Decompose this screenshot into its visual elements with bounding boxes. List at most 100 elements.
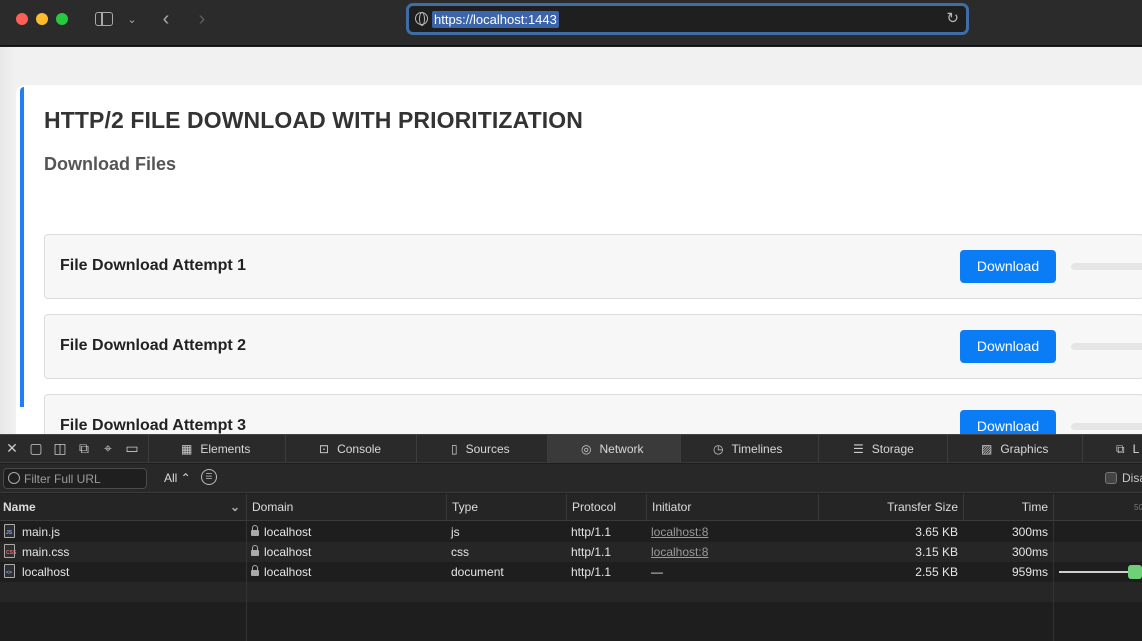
document-file-icon: <> <box>4 564 15 578</box>
table-row-empty <box>0 582 1142 602</box>
table-row[interactable]: CSS main.css localhost css http/1.1 local… <box>0 542 1142 562</box>
devtools-tab-bar: ✕ ▢ ◫ ⧉ ⌖ ▭ ▦ Elements ⊡ Console ▯ Sources … <box>0 435 1142 463</box>
column-header-domain[interactable]: Domain <box>246 494 446 521</box>
chevron-down-icon[interactable]: ⌄ <box>124 8 140 30</box>
tab-network[interactable]: ◎ Network <box>547 435 680 463</box>
inspect-crosshair-icon[interactable]: ⌖ <box>100 440 116 456</box>
sidebar-icon <box>95 12 113 26</box>
filter-options-icon[interactable]: ☰ <box>201 469 217 485</box>
cell-protocol: http/1.1 <box>571 545 612 559</box>
column-divider <box>1053 521 1054 641</box>
sort-chevron-icon: ⌄ <box>229 500 240 514</box>
column-header-transfer-size[interactable]: Transfer Size <box>818 494 963 521</box>
initiator-link[interactable]: localhost:8 <box>646 522 818 542</box>
dock-side-icon[interactable]: ◫ <box>52 440 68 456</box>
tab-storage[interactable]: ☰ Storage <box>818 435 947 463</box>
lock-icon <box>251 545 259 556</box>
forward-button[interactable]: › <box>192 8 212 30</box>
tab-label: Network <box>599 442 644 456</box>
download-label: File Download Attempt 2 <box>60 337 247 354</box>
sources-icon: ▯ <box>451 442 458 456</box>
checkbox-box[interactable] <box>1105 472 1117 484</box>
resource-name: main.css <box>22 545 70 559</box>
undock-icon[interactable]: ⧉ <box>76 440 92 456</box>
tab-label: Elements <box>200 442 251 456</box>
file-tag: CSS <box>6 550 17 556</box>
lock-icon <box>251 565 259 576</box>
filter-icon <box>8 472 20 484</box>
table-row-empty <box>0 602 1142 622</box>
domain-text: localhost <box>264 525 312 539</box>
tab-label: Sources <box>465 442 510 456</box>
download-button[interactable]: Download <box>960 330 1056 363</box>
address-bar[interactable]: https://localhost:1443 ↻ <box>406 3 969 35</box>
devtools-panel: ✕ ▢ ◫ ⧉ ⌖ ▭ ▦ Elements ⊡ Console ▯ Sources … <box>0 434 1142 641</box>
cell-name: <> localhost <box>0 562 246 582</box>
cell-time: 959ms <box>1011 565 1048 579</box>
table-row[interactable]: JS main.js localhost js http/1.1 localhos… <box>0 522 1142 542</box>
zoom-window-button[interactable] <box>56 13 68 25</box>
column-header-time[interactable]: Time <box>963 494 1053 521</box>
filter-placeholder: Filter Full URL <box>24 472 101 486</box>
page-edge <box>0 47 16 434</box>
close-window-button[interactable] <box>16 13 28 25</box>
file-tag: JS <box>6 530 13 536</box>
device-icon[interactable]: ▭ <box>124 440 140 456</box>
dock-bottom-icon[interactable]: ▢ <box>28 440 44 456</box>
layers-icon: ⧉ <box>1116 441 1125 456</box>
network-filter-bar: Filter Full URL All ⌃ ☰ Disa <box>0 464 1142 493</box>
url-text[interactable]: https://localhost:1443 <box>432 11 559 28</box>
tab-sources[interactable]: ▯ Sources <box>416 435 547 463</box>
cell-size: 3.65 KB <box>915 525 958 539</box>
browser-toolbar: ⌄ ‹ › https://localhost:1443 ↻ <box>0 0 1142 46</box>
download-button[interactable]: Download <box>960 410 1056 434</box>
storage-icon: ☰ <box>853 442 864 456</box>
domain-text: localhost <box>264 545 312 559</box>
cell-domain: localhost <box>246 522 446 542</box>
download-button[interactable]: Download <box>960 250 1056 283</box>
reload-icon[interactable]: ↻ <box>946 9 959 27</box>
close-icon[interactable]: ✕ <box>4 440 20 456</box>
cell-type: css <box>451 545 469 559</box>
tab-label: L <box>1132 442 1140 456</box>
cell-size: 2.55 KB <box>915 565 958 579</box>
tab-elements[interactable]: ▦ Elements <box>148 435 285 463</box>
tab-timelines[interactable]: ◷ Timelines <box>680 435 818 463</box>
filter-url-input[interactable]: Filter Full URL <box>3 468 147 489</box>
cell-protocol: http/1.1 <box>571 565 612 579</box>
column-header-initiator[interactable]: Initiator <box>646 494 818 521</box>
tab-layers[interactable]: ⧉ L <box>1082 435 1142 463</box>
download-row: File Download Attempt 1 Download <box>44 234 1142 299</box>
file-tag: <> <box>6 570 12 576</box>
resource-type-select[interactable]: All ⌃ <box>164 471 191 485</box>
disable-cache-label: Disa <box>1122 471 1142 485</box>
column-header-protocol[interactable]: Protocol <box>566 494 646 521</box>
sidebar-toggle-button[interactable] <box>92 8 116 30</box>
initiator-link[interactable]: localhost:8 <box>646 542 818 562</box>
cell-protocol: http/1.1 <box>571 525 612 539</box>
js-file-icon: JS <box>4 524 15 538</box>
console-icon: ⊡ <box>319 442 330 456</box>
cell-name: JS main.js <box>0 522 246 542</box>
waterfall-segment <box>1128 565 1142 579</box>
timelines-icon: ◷ <box>713 442 724 456</box>
disable-cache-checkbox[interactable]: Disa <box>1105 471 1142 485</box>
table-row[interactable]: <> localhost localhost document http/1.1 … <box>0 562 1142 582</box>
graphics-icon: ▨ <box>981 442 993 456</box>
waterfall-bar <box>1059 571 1129 573</box>
waterfall-tick: 50 <box>1053 494 1142 521</box>
column-header-type[interactable]: Type <box>446 494 566 521</box>
download-label: File Download Attempt 3 <box>60 417 247 434</box>
tab-label: Console <box>337 442 382 456</box>
section-title: Download Files <box>44 154 177 174</box>
cell-type: js <box>451 525 460 539</box>
css-file-icon: CSS <box>4 544 17 558</box>
download-label: File Download Attempt 1 <box>60 257 247 274</box>
download-row: File Download Attempt 2 Download <box>44 314 1142 379</box>
cell-time: 300ms <box>1011 525 1048 539</box>
tab-graphics[interactable]: ▨ Graphics <box>947 435 1082 463</box>
back-button[interactable]: ‹ <box>156 8 176 30</box>
column-header-name[interactable]: Name ⌄ <box>0 494 246 521</box>
tab-console[interactable]: ⊡ Console <box>285 435 416 463</box>
minimize-window-button[interactable] <box>36 13 48 25</box>
